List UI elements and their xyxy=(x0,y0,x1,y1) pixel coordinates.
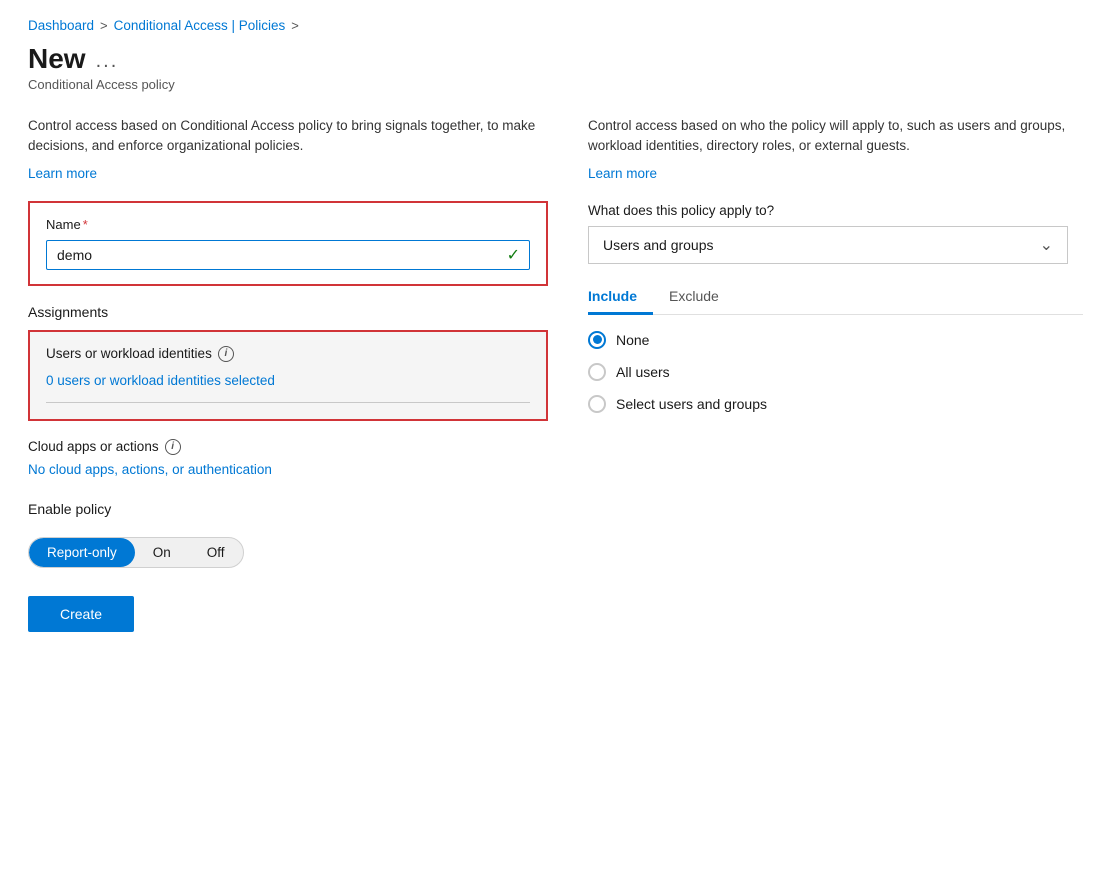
toggle-off[interactable]: Off xyxy=(189,538,243,567)
tab-include[interactable]: Include xyxy=(588,280,653,314)
breadcrumb: Dashboard > Conditional Access | Policie… xyxy=(28,18,1083,33)
breadcrumb-sep1: > xyxy=(100,18,108,33)
cloud-apps-section: Cloud apps or actions i No cloud apps, a… xyxy=(28,439,548,477)
assignments-label: Assignments xyxy=(28,304,548,320)
enable-policy-label: Enable policy xyxy=(28,501,548,517)
left-description: Control access based on Conditional Acce… xyxy=(28,116,548,157)
breadcrumb-dashboard[interactable]: Dashboard xyxy=(28,18,94,33)
page-title-dots[interactable]: ... xyxy=(96,50,119,73)
radio-select-label: Select users and groups xyxy=(616,396,767,412)
applies-to-label: What does this policy apply to? xyxy=(588,203,1083,218)
name-input[interactable] xyxy=(46,240,530,270)
dropdown-users-groups[interactable]: Users and groups ⌄ xyxy=(588,226,1068,264)
assignments-divider xyxy=(46,402,530,403)
radio-none[interactable]: None xyxy=(588,331,1083,349)
chevron-down-icon: ⌄ xyxy=(1040,235,1053,255)
left-panel: Control access based on Conditional Acce… xyxy=(28,116,548,632)
radio-select-circle xyxy=(588,395,606,413)
assignments-section-label: Users or workload identities xyxy=(46,346,212,361)
assignments-link[interactable]: 0 users or workload identities selected xyxy=(46,373,275,388)
radio-all-users-circle xyxy=(588,363,606,381)
assignments-box: Users or workload identities i 0 users o… xyxy=(28,330,548,421)
cloud-apps-link[interactable]: No cloud apps, actions, or authenticatio… xyxy=(28,462,272,477)
radio-select-users-groups[interactable]: Select users and groups xyxy=(588,395,1083,413)
radio-none-label: None xyxy=(616,332,649,348)
breadcrumb-policies[interactable]: Conditional Access | Policies xyxy=(114,18,286,33)
name-label: Name* xyxy=(46,217,530,232)
tab-exclude[interactable]: Exclude xyxy=(669,280,735,314)
toggle-on[interactable]: On xyxy=(135,538,189,567)
dropdown-value: Users and groups xyxy=(603,237,714,253)
tabs-row: Include Exclude xyxy=(588,280,1083,315)
left-learn-more[interactable]: Learn more xyxy=(28,166,97,181)
page-title: New xyxy=(28,43,86,75)
info-icon[interactable]: i xyxy=(218,346,234,362)
name-section: Name* ✓ xyxy=(28,201,548,286)
radio-group: None All users Select users and groups xyxy=(588,331,1083,413)
cloud-apps-header: Cloud apps or actions i xyxy=(28,439,548,455)
cloud-apps-info-icon[interactable]: i xyxy=(165,439,181,455)
right-learn-more[interactable]: Learn more xyxy=(588,166,657,181)
cloud-apps-label: Cloud apps or actions xyxy=(28,439,159,454)
radio-none-circle xyxy=(588,331,606,349)
create-button[interactable]: Create xyxy=(28,596,134,632)
check-icon: ✓ xyxy=(507,245,520,265)
required-star: * xyxy=(83,217,88,232)
radio-all-users-label: All users xyxy=(616,364,670,380)
main-layout: Control access based on Conditional Acce… xyxy=(28,116,1083,632)
radio-all-users[interactable]: All users xyxy=(588,363,1083,381)
assignments-header: Users or workload identities i xyxy=(46,346,530,362)
name-input-wrapper: ✓ xyxy=(46,240,530,270)
enable-policy-section: Enable policy Report-only On Off xyxy=(28,501,548,568)
page-subtitle: Conditional Access policy xyxy=(28,77,1083,92)
page-title-row: New ... xyxy=(28,43,1083,75)
right-description: Control access based on who the policy w… xyxy=(588,116,1083,157)
breadcrumb-sep2: > xyxy=(291,18,299,33)
right-panel: Control access based on who the policy w… xyxy=(588,116,1083,632)
toggle-report-only[interactable]: Report-only xyxy=(29,538,135,567)
toggle-group: Report-only On Off xyxy=(28,537,244,568)
